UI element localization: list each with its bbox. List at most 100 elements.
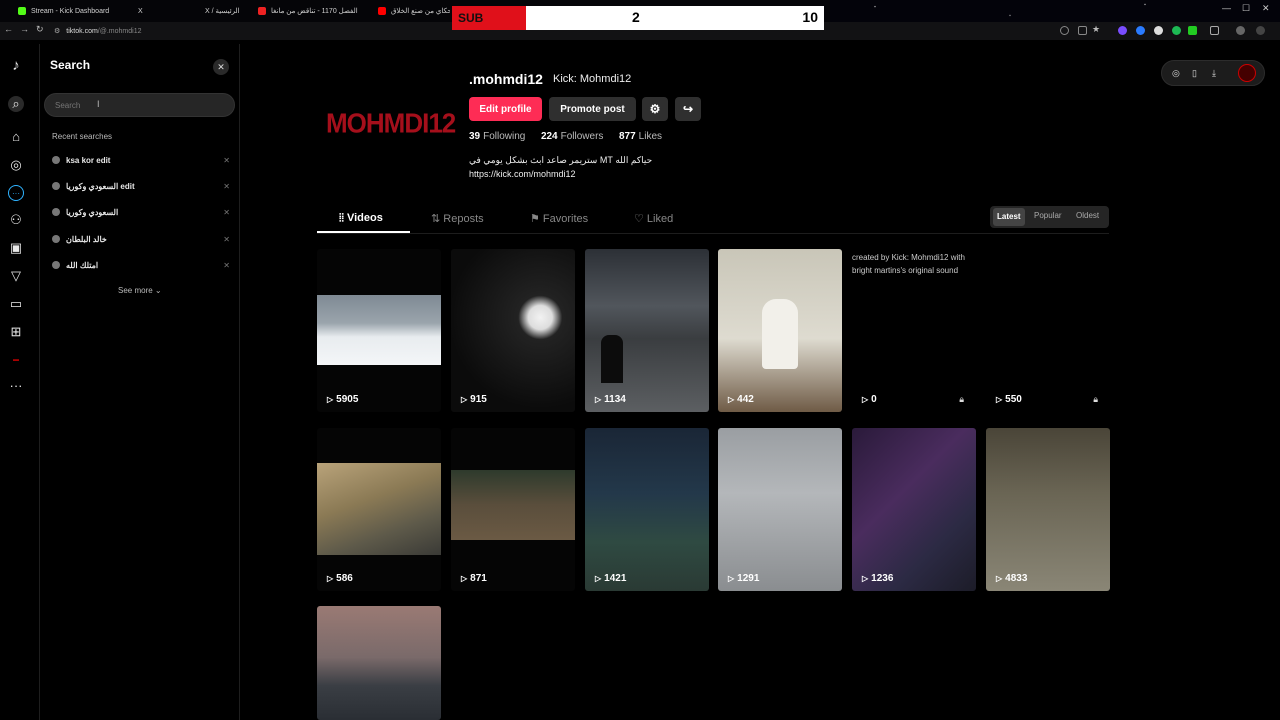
install-icon[interactable] xyxy=(1078,26,1087,35)
recent-search-item[interactable]: خالد البلطان ✕ xyxy=(52,231,230,247)
tiktok-logo-icon[interactable]: ♪ xyxy=(8,58,24,74)
clock-icon xyxy=(52,182,60,190)
browser-tab[interactable]: X xyxy=(138,2,198,20)
extension-icon[interactable] xyxy=(1136,26,1145,35)
video-thumbnail xyxy=(451,470,575,540)
video-card[interactable] xyxy=(317,606,441,720)
recent-search-item[interactable]: امتلك الله ✕ xyxy=(52,257,230,273)
tab-label: Videos xyxy=(346,212,383,224)
browser-tab[interactable]: Stream - Kick Dashboard xyxy=(18,2,128,20)
view-count: 0 xyxy=(871,394,877,405)
profile-username: .mohmdi12 xyxy=(469,71,543,87)
video-card[interactable]: ▷ 4833 xyxy=(986,428,1110,591)
followers-label[interactable]: Followers xyxy=(561,131,604,142)
recent-search-item[interactable]: السعودي وكوريا ✕ xyxy=(52,204,230,220)
browser-tab[interactable]: X / الرئيسية xyxy=(205,2,250,20)
video-card[interactable]: ▷ 915 xyxy=(451,249,575,412)
sort-oldest[interactable]: Oldest xyxy=(1076,211,1099,220)
activity-icon[interactable]: ▭ xyxy=(8,296,24,312)
site-info-icon[interactable]: ⚙ xyxy=(54,27,60,35)
video-card[interactable]: ▷ 442 xyxy=(718,249,842,412)
messages-icon[interactable]: ▽ xyxy=(8,268,24,284)
tab-liked[interactable]: ♡ Liked xyxy=(634,212,673,225)
more-icon[interactable]: ··· xyxy=(8,378,24,394)
video-card[interactable]: ▷ 1236 xyxy=(852,428,976,591)
score-left: 2 xyxy=(632,9,640,25)
extension-icon[interactable] xyxy=(1118,26,1127,35)
browser-tab[interactable]: الفصل 1170 - تناقض من مانغا xyxy=(258,2,368,20)
extension-icon[interactable] xyxy=(1188,26,1197,35)
video-card[interactable]: ▷ 5905 xyxy=(317,249,441,412)
settings-gear-icon[interactable]: ⚙ xyxy=(642,97,668,121)
minimize-icon[interactable]: — xyxy=(1222,3,1231,13)
search-input[interactable] xyxy=(44,93,235,117)
view-count: 1291 xyxy=(737,573,760,584)
explore-compass-icon[interactable]: ◎ xyxy=(8,157,24,173)
friends-icon[interactable]: ⚇ xyxy=(8,212,24,228)
extensions-puzzle-icon[interactable] xyxy=(1210,26,1219,35)
remove-icon[interactable]: ✕ xyxy=(223,261,230,270)
score-right: 10 xyxy=(802,9,818,25)
compass-icon[interactable]: ◎ xyxy=(1172,68,1180,79)
maximize-icon[interactable]: ☐ xyxy=(1242,3,1250,14)
download-icon[interactable]: ⤓ xyxy=(1212,68,1216,79)
close-window-icon[interactable]: ✕ xyxy=(1262,3,1270,14)
tab-reposts[interactable]: ⇅ Reposts xyxy=(431,212,484,225)
browser-tab[interactable]: حكاي من صنع الخلاق xyxy=(378,2,450,20)
recent-search-item[interactable]: السعودي وكوريا edit ✕ xyxy=(52,178,230,194)
share-icon[interactable]: ↪ xyxy=(675,97,701,121)
close-icon[interactable]: ✕ xyxy=(213,59,229,75)
profile-avatar-icon[interactable]: ▬ xyxy=(8,352,24,368)
profile-avatar[interactable] xyxy=(1236,26,1245,35)
extension-icon[interactable] xyxy=(1154,26,1163,35)
see-more-link[interactable]: See more ⌄ xyxy=(118,286,162,295)
video-card[interactable]: ▷ 1291 xyxy=(718,428,842,591)
sort-latest[interactable]: Latest xyxy=(993,208,1025,226)
bio-link[interactable]: https://kick.com/mohmdi12 xyxy=(469,167,652,181)
live-tv-icon[interactable]: ▣ xyxy=(8,240,24,256)
manga-icon xyxy=(258,7,266,15)
remove-icon[interactable]: ✕ xyxy=(223,235,230,244)
following-icon[interactable]: ··· xyxy=(8,185,24,201)
video-card[interactable]: ▷ 586 xyxy=(317,428,441,591)
broken-image-alt: created by Kick: Mohmdi12 with bright ma… xyxy=(852,253,965,275)
upload-icon[interactable]: ⊞ xyxy=(8,324,24,340)
url-path: /@.mohmdi12 xyxy=(97,27,142,35)
tab-videos[interactable]: ⦙⦙ Videos xyxy=(339,212,383,225)
tab-favorites[interactable]: ⚑ Favorites xyxy=(530,212,588,225)
url-host: tiktok.com xyxy=(66,27,98,35)
promote-post-button[interactable]: Promote post xyxy=(549,97,636,121)
user-avatar[interactable] xyxy=(1238,64,1256,82)
likes-label: Likes xyxy=(638,131,663,142)
reload-icon[interactable]: ↻ xyxy=(36,24,44,35)
recent-search-label: السعودي وكوريا xyxy=(66,207,119,217)
video-thumbnail xyxy=(317,463,441,555)
recent-search-label: السعودي وكوريا edit xyxy=(66,181,135,191)
search-icon[interactable] xyxy=(1060,26,1069,35)
sort-popular[interactable]: Popular xyxy=(1034,211,1062,220)
play-icon: ▷ xyxy=(595,574,602,583)
video-card[interactable]: ▷ 550 🔒︎ xyxy=(986,249,1110,412)
browser-menu-icon[interactable] xyxy=(1256,26,1265,35)
video-card[interactable]: ▷ 1134 xyxy=(585,249,709,412)
see-more-label: See more xyxy=(118,286,153,295)
phone-icon[interactable]: ▯ xyxy=(1192,68,1197,79)
forward-icon[interactable]: → xyxy=(20,24,29,34)
recent-search-item[interactable]: ksa kor edit ✕ xyxy=(52,152,230,168)
search-icon[interactable]: ⌕ xyxy=(8,96,24,112)
edit-profile-button[interactable]: Edit profile xyxy=(469,97,542,121)
video-card[interactable]: created by Kick: Mohmdi12 with bright ma… xyxy=(852,249,976,412)
video-card[interactable]: ▷ 871 xyxy=(451,428,575,591)
home-icon[interactable]: ⌂ xyxy=(8,129,24,145)
remove-icon[interactable]: ✕ xyxy=(223,156,230,165)
extension-icon[interactable] xyxy=(1172,26,1181,35)
video-card[interactable]: ▷ 1421 xyxy=(585,428,709,591)
recent-searches-title: Recent searches xyxy=(52,132,113,141)
following-label[interactable]: Following xyxy=(483,131,525,142)
remove-icon[interactable]: ✕ xyxy=(223,182,230,191)
bookmark-star-icon[interactable]: ★ xyxy=(1092,24,1100,35)
remove-icon[interactable]: ✕ xyxy=(223,208,230,217)
profile-nickname: Kick: Mohmdi12 xyxy=(553,73,632,85)
tab-title: X xyxy=(138,7,143,15)
back-icon[interactable]: ← xyxy=(4,24,13,34)
